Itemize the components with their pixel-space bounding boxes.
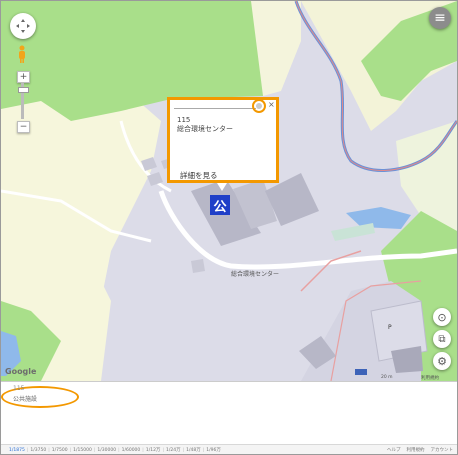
- menu-icon[interactable]: ≡: [429, 7, 451, 29]
- facility-popup: × 115 総合環境センター 詳細を見る: [167, 97, 279, 183]
- popup-detail-link[interactable]: 詳細を見る: [180, 170, 218, 181]
- facility-map-label: 総合環境センター: [231, 271, 280, 278]
- footer-links: ヘルプ 利用規約 アカウント: [381, 445, 454, 454]
- zoom-slider-handle[interactable]: [18, 87, 29, 93]
- map-view[interactable]: 総合環境センター Google P 20 m 利用規約 公 + − ≡ ⊙ ⧉ …: [1, 1, 457, 381]
- scale-item[interactable]: 1/24万: [166, 447, 181, 453]
- scale-item[interactable]: 1/96万: [206, 447, 221, 453]
- map-scale-label: 20 m: [381, 375, 393, 380]
- parking-label: P: [388, 324, 392, 331]
- scale-item[interactable]: 1/3750: [30, 448, 46, 453]
- pan-control-icon[interactable]: [10, 13, 36, 39]
- scale-item[interactable]: 1/12万: [146, 447, 161, 453]
- scale-item[interactable]: 1/30000: [97, 448, 116, 453]
- help-link[interactable]: ヘルプ: [387, 447, 401, 453]
- public-facility-icon[interactable]: 公: [210, 195, 230, 215]
- settings-icon[interactable]: ⚙: [433, 352, 451, 370]
- scale-item[interactable]: 1/48万: [186, 447, 201, 453]
- layers-icon[interactable]: ⧉: [433, 330, 451, 348]
- popup-close-icon[interactable]: ×: [268, 100, 275, 109]
- info-category: 公共施設: [13, 396, 38, 403]
- popup-code: 115: [177, 116, 191, 124]
- popup-divider: [174, 108, 256, 109]
- scale-item[interactable]: 1/7500: [52, 448, 68, 453]
- popup-facility-name: 総合環境センター: [177, 125, 233, 133]
- account-link[interactable]: アカウント: [431, 447, 454, 453]
- app-frame: 総合環境センター Google P 20 m 利用規約 公 + − ≡ ⊙ ⧉ …: [0, 0, 458, 455]
- pegman-icon[interactable]: [17, 45, 27, 63]
- compass-arrows-icon: [16, 19, 30, 33]
- scale-selector: 1/1875 | 1/3750 | 1/7500 | 1/15000 | 1/30000…: [1, 444, 457, 454]
- info-panel: 115 公共施設: [1, 381, 457, 444]
- zoom-out-button[interactable]: −: [17, 121, 30, 133]
- scale-item[interactable]: 1/60000: [122, 448, 141, 453]
- zoom-in-button[interactable]: +: [17, 71, 30, 83]
- scale-item[interactable]: 1/15000: [73, 448, 92, 453]
- info-code: 115: [13, 385, 25, 392]
- popup-pin-icon[interactable]: [252, 99, 266, 113]
- terms-link[interactable]: 利用規約: [407, 447, 425, 453]
- locate-icon[interactable]: ⊙: [433, 308, 451, 326]
- scale-item[interactable]: 1/1875: [9, 448, 25, 453]
- google-logo: Google: [5, 367, 37, 376]
- bus-stop-icon: [355, 369, 367, 375]
- popup-tail: [217, 183, 227, 191]
